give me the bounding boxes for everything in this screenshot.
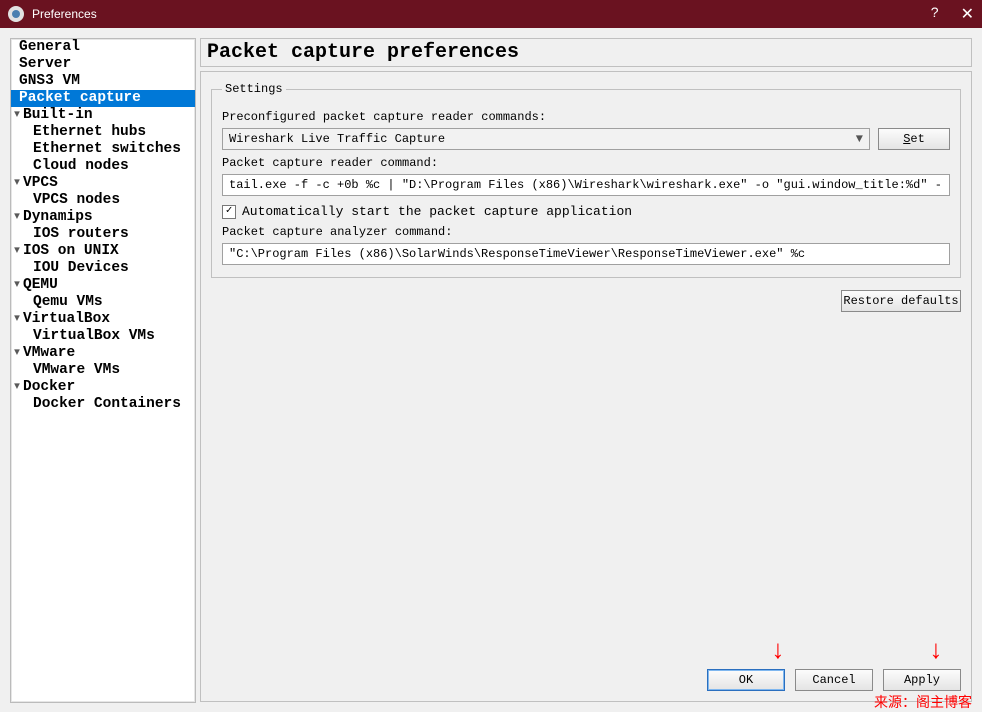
analyzer-cmd-label: Packet capture analyzer command: bbox=[222, 225, 950, 239]
chevron-down-icon[interactable]: ▾ bbox=[11, 243, 23, 260]
tree-item-ethernet-switches[interactable]: Ethernet switches bbox=[11, 141, 195, 158]
page-title: Packet capture preferences bbox=[200, 38, 972, 67]
ok-button[interactable]: OK bbox=[707, 669, 785, 691]
tree-item-server[interactable]: Server bbox=[11, 56, 195, 73]
tree-item-vmware[interactable]: ▾VMware bbox=[11, 345, 195, 362]
chevron-down-icon[interactable]: ▾ bbox=[11, 311, 23, 328]
chevron-down-icon[interactable]: ▾ bbox=[11, 277, 23, 294]
help-icon[interactable]: ? bbox=[931, 4, 939, 24]
tree-item-label: QEMU bbox=[23, 277, 58, 293]
window-title: Preferences bbox=[32, 7, 931, 21]
reader-cmd-input[interactable] bbox=[222, 174, 950, 196]
reader-cmd-label: Packet capture reader command: bbox=[222, 156, 950, 170]
tree-item-label: VirtualBox bbox=[23, 311, 110, 327]
chevron-down-icon[interactable]: ▾ bbox=[11, 345, 23, 362]
cancel-button[interactable]: Cancel bbox=[795, 669, 873, 691]
auto-start-label: Automatically start the packet capture a… bbox=[242, 204, 632, 219]
tree-item-general[interactable]: General bbox=[11, 39, 195, 56]
content-frame: Settings Preconfigured packet capture re… bbox=[200, 71, 972, 702]
chevron-down-icon[interactable]: ▾ bbox=[11, 175, 23, 192]
preferences-tree: GeneralServerGNS3 VMPacket capture▾Built… bbox=[10, 38, 196, 703]
settings-group: Settings Preconfigured packet capture re… bbox=[211, 82, 961, 278]
tree-item-iou-devices[interactable]: IOU Devices bbox=[11, 260, 195, 277]
tree-item-dynamips[interactable]: ▾Dynamips bbox=[11, 209, 195, 226]
chevron-down-icon[interactable]: ▾ bbox=[11, 379, 23, 396]
chevron-down-icon: ▼ bbox=[856, 132, 863, 146]
tree-item-virtualbox[interactable]: ▾VirtualBox bbox=[11, 311, 195, 328]
tree-item-ios-on-unix[interactable]: ▾IOS on UNIX bbox=[11, 243, 195, 260]
close-icon[interactable]: ✕ bbox=[961, 4, 974, 24]
tree-item-qemu-vms[interactable]: Qemu VMs bbox=[11, 294, 195, 311]
tree-item-cloud-nodes[interactable]: Cloud nodes bbox=[11, 158, 195, 175]
settings-group-label: Settings bbox=[222, 82, 286, 96]
chevron-down-icon[interactable]: ▾ bbox=[11, 107, 23, 124]
dialog-footer: OK Cancel Apply bbox=[211, 661, 961, 691]
tree-item-label: Docker bbox=[23, 379, 75, 395]
tree-item-packet-capture[interactable]: Packet capture bbox=[11, 90, 195, 107]
auto-start-checkbox[interactable]: ✓ bbox=[222, 205, 236, 219]
analyzer-cmd-input[interactable] bbox=[222, 243, 950, 265]
tree-item-built-in[interactable]: ▾Built-in bbox=[11, 107, 195, 124]
tree-item-qemu[interactable]: ▾QEMU bbox=[11, 277, 195, 294]
chevron-down-icon[interactable]: ▾ bbox=[11, 209, 23, 226]
tree-item-docker-containers[interactable]: Docker Containers bbox=[11, 396, 195, 413]
tree-item-label: Built-in bbox=[23, 107, 93, 123]
tree-item-docker[interactable]: ▾Docker bbox=[11, 379, 195, 396]
tree-item-ios-routers[interactable]: IOS routers bbox=[11, 226, 195, 243]
tree-item-virtualbox-vms[interactable]: VirtualBox VMs bbox=[11, 328, 195, 345]
tree-item-ethernet-hubs[interactable]: Ethernet hubs bbox=[11, 124, 195, 141]
preconf-reader-value: Wireshark Live Traffic Capture bbox=[229, 132, 856, 146]
tree-item-label: VPCS bbox=[23, 175, 58, 191]
restore-defaults-button[interactable]: Restore defaults bbox=[841, 290, 961, 312]
app-icon bbox=[8, 6, 24, 22]
tree-item-gns3-vm[interactable]: GNS3 VM bbox=[11, 73, 195, 90]
tree-item-label: VMware bbox=[23, 345, 75, 361]
tree-item-vmware-vms[interactable]: VMware VMs bbox=[11, 362, 195, 379]
set-button[interactable]: Set bbox=[878, 128, 950, 150]
preconf-label: Preconfigured packet capture reader comm… bbox=[222, 110, 950, 124]
titlebar: Preferences ? ✕ bbox=[0, 0, 982, 28]
tree-item-vpcs-nodes[interactable]: VPCS nodes bbox=[11, 192, 195, 209]
apply-button[interactable]: Apply bbox=[883, 669, 961, 691]
tree-item-vpcs[interactable]: ▾VPCS bbox=[11, 175, 195, 192]
preconf-reader-combo[interactable]: Wireshark Live Traffic Capture ▼ bbox=[222, 128, 870, 150]
tree-item-label: Dynamips bbox=[23, 209, 93, 225]
tree-item-label: IOS on UNIX bbox=[23, 243, 119, 259]
